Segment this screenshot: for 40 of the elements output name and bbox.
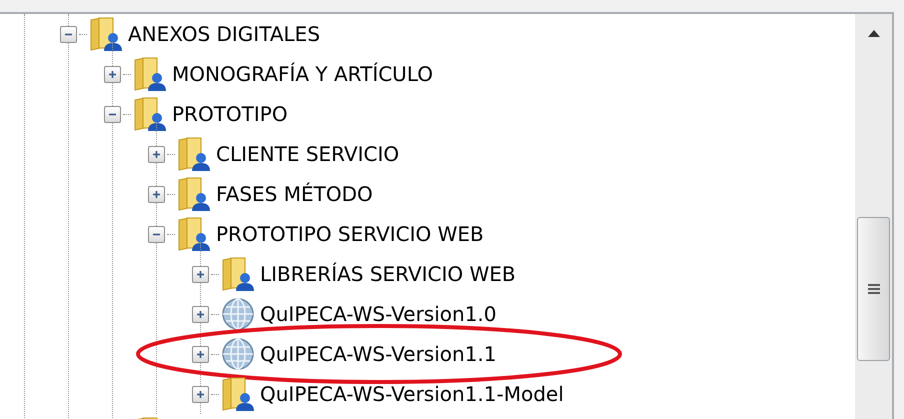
user-folder-icon	[221, 256, 255, 292]
tree-item-label[interactable]: QuIPECA-WS-Version1.0	[260, 299, 496, 329]
tree-item-label[interactable]: ANEXOS DIGITALES	[128, 19, 320, 49]
grip-icon	[866, 283, 880, 295]
tree-item-label[interactable]: QuIPECA-WS-Version1.1-Model	[260, 379, 564, 409]
collapse-button[interactable]	[104, 106, 121, 122]
tree-item-label[interactable]: MONOGRAFÍA Y ARTÍCULO	[172, 59, 433, 89]
expand-button[interactable]	[104, 66, 121, 82]
collapse-button[interactable]	[60, 26, 77, 42]
plus-icon	[152, 190, 161, 198]
user-folder-icon	[89, 16, 123, 52]
user-folder-icon	[221, 376, 255, 412]
plus-icon	[108, 70, 117, 78]
user-folder-icon	[177, 136, 211, 172]
expand-button[interactable]	[192, 266, 209, 282]
user-folder-icon	[133, 56, 167, 92]
expand-button[interactable]	[148, 186, 165, 202]
tree-item-label[interactable]: PROTOTIPO SERVICIO WEB	[216, 219, 484, 249]
user-folder-icon	[133, 96, 167, 132]
collapse-button[interactable]	[148, 226, 165, 242]
plus-icon	[196, 310, 205, 318]
plus-icon	[196, 270, 205, 278]
tree-item-label[interactable]: CLIENTE SERVICIO	[216, 139, 400, 169]
expand-button[interactable]	[192, 306, 209, 322]
tree-item-label[interactable]: LIBRERÍAS SERVICIO WEB	[260, 259, 516, 289]
tree-item-label[interactable]: FASES MÉTODO	[216, 179, 373, 209]
plus-icon	[152, 150, 161, 158]
expand-button[interactable]	[148, 146, 165, 162]
globe-icon	[221, 337, 255, 371]
scroll-thumb[interactable]	[857, 217, 890, 361]
scrollbar[interactable]	[855, 14, 892, 419]
user-folder-icon	[177, 176, 211, 212]
tree-item-label[interactable]: PROTOTIPO	[172, 99, 288, 129]
plus-icon	[196, 350, 205, 358]
expand-button[interactable]	[192, 386, 209, 402]
user-folder-icon	[177, 216, 211, 252]
globe-icon	[221, 297, 255, 331]
expand-button[interactable]	[192, 346, 209, 362]
plus-icon	[196, 390, 205, 398]
scroll-up-icon[interactable]	[868, 30, 880, 37]
